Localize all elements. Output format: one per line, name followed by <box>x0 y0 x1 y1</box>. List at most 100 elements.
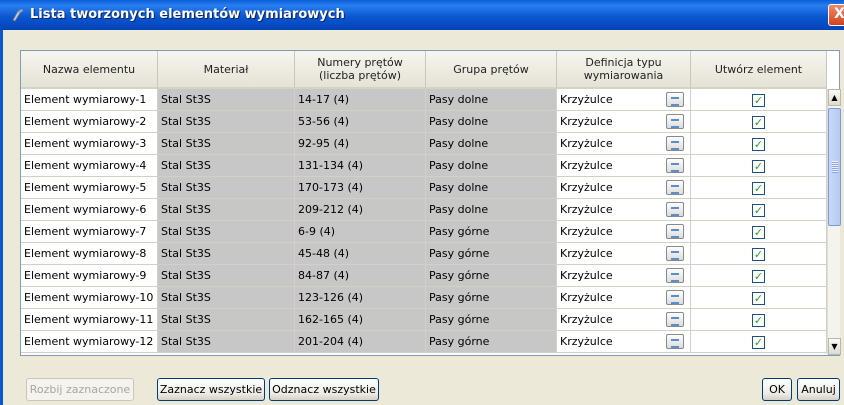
definition-picker-icon[interactable] <box>666 180 684 195</box>
table-row[interactable]: Element wymiarowy-1 Stal St3S 14-17 (4) Pas… <box>21 89 827 111</box>
table-row[interactable]: Element wymiarowy-3 Stal St3S 92-95 (4) Pas… <box>21 133 827 155</box>
cell-bar-numbers-text: 92-95 (4) <box>298 137 350 150</box>
header-bar-numbers[interactable]: Numery prętów (liczba prętów) <box>295 51 426 89</box>
cell-design-definition[interactable]: Krzyżulce <box>557 199 691 221</box>
cell-material-text: Stal St3S <box>161 291 211 304</box>
cell-create-element: ✓ <box>691 309 827 331</box>
cell-design-definition-text: Krzyżulce <box>560 137 613 150</box>
cell-bar-group: Pasy górne <box>426 309 557 331</box>
cell-design-definition-text: Krzyżulce <box>560 225 613 238</box>
cell-design-definition-text: Krzyżulce <box>560 247 613 260</box>
cell-design-definition[interactable]: Krzyżulce <box>557 287 691 309</box>
create-element-checkbox[interactable]: ✓ <box>752 94 765 107</box>
create-element-checkbox[interactable]: ✓ <box>752 116 765 129</box>
deselect-all-button[interactable]: Odznacz wszystkie <box>269 378 379 401</box>
table-row[interactable]: Element wymiarowy-10 Stal St3S 123-126 (4)… <box>21 287 827 309</box>
cell-element-name: Element wymiarowy-5 <box>21 177 158 199</box>
cell-material-text: Stal St3S <box>161 269 211 282</box>
table-row[interactable]: Element wymiarowy-11 Stal St3S 162-165 (4)… <box>21 309 827 331</box>
definition-picker-icon[interactable] <box>666 136 684 151</box>
definition-picker-icon[interactable] <box>666 158 684 173</box>
create-element-checkbox[interactable]: ✓ <box>752 248 765 261</box>
cell-bar-group: Pasy górne <box>426 221 557 243</box>
cell-material: Stal St3S <box>158 309 295 331</box>
table-row[interactable]: Element wymiarowy-5 Stal St3S 170-173 (4) P… <box>21 177 827 199</box>
cell-bar-numbers: 14-17 (4) <box>295 89 426 111</box>
cell-material: Stal St3S <box>158 133 295 155</box>
cell-material-text: Stal St3S <box>161 93 211 106</box>
split-selected-button[interactable]: Rozbij zaznaczone <box>26 378 134 401</box>
cell-design-definition[interactable]: Krzyżulce <box>557 331 691 353</box>
select-all-button[interactable]: Zaznacz wszystkie <box>157 378 265 401</box>
table-row[interactable]: Element wymiarowy-12 Stal St3S 201-204 (4)… <box>21 331 827 353</box>
cell-bar-group-text: Pasy górne <box>429 313 490 326</box>
cell-design-definition[interactable]: Krzyżulce <box>557 111 691 133</box>
cell-design-definition[interactable]: Krzyżulce <box>557 177 691 199</box>
cell-element-name: Element wymiarowy-6 <box>21 199 158 221</box>
create-element-checkbox[interactable]: ✓ <box>752 226 765 239</box>
table-row[interactable]: Element wymiarowy-9 Stal St3S 84-87 (4) Pas… <box>21 265 827 287</box>
header-material[interactable]: Materiał <box>158 51 295 89</box>
create-element-checkbox[interactable]: ✓ <box>752 182 765 195</box>
cell-element-name: Element wymiarowy-8 <box>21 243 158 265</box>
header-design-definition[interactable]: Definicja typu wymiarowania <box>557 51 691 89</box>
definition-picker-icon[interactable] <box>666 312 684 327</box>
cell-material: Stal St3S <box>158 331 295 353</box>
cell-material: Stal St3S <box>158 177 295 199</box>
cell-material-text: Stal St3S <box>161 247 211 260</box>
table-row[interactable]: Element wymiarowy-7 Stal St3S 6-9 (4) Pasy … <box>21 221 827 243</box>
table-row[interactable]: Element wymiarowy-6 Stal St3S 209-212 (4) P… <box>21 199 827 221</box>
definition-picker-icon[interactable] <box>666 202 684 217</box>
create-element-checkbox[interactable]: ✓ <box>752 270 765 283</box>
cell-design-definition[interactable]: Krzyżulce <box>557 155 691 177</box>
cell-design-definition[interactable]: Krzyżulce <box>557 309 691 331</box>
scrollbar-thumb[interactable] <box>828 108 841 226</box>
cell-bar-group-text: Pasy górne <box>429 247 490 260</box>
cancel-button[interactable]: Anuluj <box>797 378 840 401</box>
definition-picker-icon[interactable] <box>666 224 684 239</box>
cell-design-definition[interactable]: Krzyżulce <box>557 133 691 155</box>
cell-create-element: ✓ <box>691 89 827 111</box>
scroll-up-arrow-icon[interactable]: ▲ <box>828 89 841 106</box>
table-row[interactable]: Element wymiarowy-4 Stal St3S 131-134 (4) P… <box>21 155 827 177</box>
create-element-checkbox[interactable]: ✓ <box>752 138 765 151</box>
close-button[interactable]: X <box>828 4 844 26</box>
definition-picker-icon[interactable] <box>666 114 684 129</box>
cell-create-element: ✓ <box>691 199 827 221</box>
cell-design-definition[interactable]: Krzyżulce <box>557 265 691 287</box>
cell-bar-group-text: Pasy górne <box>429 225 490 238</box>
create-element-checkbox[interactable]: ✓ <box>752 160 765 173</box>
cell-design-definition[interactable]: Krzyżulce <box>557 221 691 243</box>
create-element-checkbox[interactable]: ✓ <box>752 314 765 327</box>
cell-element-name-text: Element wymiarowy-9 <box>24 269 147 282</box>
cell-bar-numbers: 53-56 (4) <box>295 111 426 133</box>
definition-picker-icon[interactable] <box>666 246 684 261</box>
definition-picker-icon[interactable] <box>666 92 684 107</box>
cell-design-definition[interactable]: Krzyżulce <box>557 243 691 265</box>
header-create-element[interactable]: Utwórz element <box>691 51 827 89</box>
header-bar-group[interactable]: Grupa prętów <box>426 51 557 89</box>
cell-bar-group: Pasy górne <box>426 331 557 353</box>
definition-picker-icon[interactable] <box>666 268 684 283</box>
create-element-checkbox[interactable]: ✓ <box>752 336 765 349</box>
create-element-checkbox[interactable]: ✓ <box>752 204 765 217</box>
cell-bar-numbers: 170-173 (4) <box>295 177 426 199</box>
ok-button[interactable]: OK <box>762 378 792 401</box>
cell-design-definition-text: Krzyżulce <box>560 203 613 216</box>
definition-picker-icon[interactable] <box>666 290 684 305</box>
table-row[interactable]: Element wymiarowy-8 Stal St3S 45-48 (4) Pas… <box>21 243 827 265</box>
table-row[interactable]: Element wymiarowy-2 Stal St3S 53-56 (4) Pas… <box>21 111 827 133</box>
cell-element-name: Element wymiarowy-7 <box>21 221 158 243</box>
cell-material: Stal St3S <box>158 111 295 133</box>
definition-picker-icon[interactable] <box>666 334 684 349</box>
cell-create-element: ✓ <box>691 287 827 309</box>
cell-material: Stal St3S <box>158 89 295 111</box>
cell-bar-group-text: Pasy dolne <box>429 181 489 194</box>
header-element-name[interactable]: Nazwa elementu <box>21 51 158 89</box>
create-element-checkbox[interactable]: ✓ <box>752 292 765 305</box>
cell-material-text: Stal St3S <box>161 137 211 150</box>
cell-design-definition[interactable]: Krzyżulce <box>557 89 691 111</box>
cell-element-name-text: Element wymiarowy-12 <box>24 335 154 348</box>
vertical-scrollbar[interactable]: ▲ ▼ <box>827 89 841 355</box>
scroll-down-arrow-icon[interactable]: ▼ <box>828 338 841 355</box>
